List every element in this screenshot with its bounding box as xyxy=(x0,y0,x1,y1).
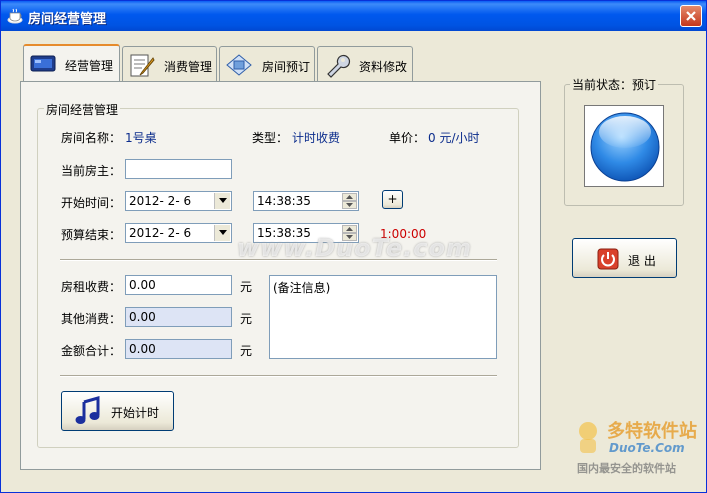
rent-fee-input[interactable]: 0.00 xyxy=(125,275,232,295)
room-name-value: 1号桌 xyxy=(125,131,157,145)
start-timing-button[interactable]: 开始计时 xyxy=(61,391,174,431)
end-date-picker[interactable]: 2012- 2- 6 xyxy=(125,223,232,243)
window-title: 房间经营管理 xyxy=(28,12,107,27)
start-time-label: 开始时间： xyxy=(61,196,122,210)
notes-textarea[interactable]: (备注信息) xyxy=(269,275,497,359)
unit-price-value: 0 元/小时 xyxy=(428,131,480,145)
currency-unit: 元 xyxy=(240,312,253,326)
end-date-value: 2012- 2- 6 xyxy=(129,226,192,240)
close-icon xyxy=(686,11,696,21)
music-note-icon xyxy=(75,396,100,424)
unit-price-label: 单价： xyxy=(389,131,426,145)
room-type-value: 计时收费 xyxy=(292,131,341,145)
tab-label: 消费管理 xyxy=(164,60,213,74)
rent-fee-label: 房租收费： xyxy=(61,280,122,294)
currency-unit: 元 xyxy=(240,344,253,358)
start-time-spinner[interactable] xyxy=(342,193,357,209)
chevron-down-icon xyxy=(219,230,227,235)
groupbox-legend: 房间经营管理 xyxy=(44,101,121,118)
blue-orb-icon xyxy=(590,112,660,182)
watermark-text: www.DuoTe.com xyxy=(237,234,472,262)
total-amount-field: 0.00 xyxy=(125,339,232,359)
divider xyxy=(60,375,497,377)
add-time-button[interactable]: + xyxy=(382,190,403,209)
room-name-label: 房间名称： xyxy=(61,131,122,145)
start-time-input[interactable]: 14:38:35 xyxy=(253,191,359,211)
status-indicator xyxy=(584,105,664,187)
logo-url: DuoTe.Com xyxy=(609,441,685,455)
start-date-picker[interactable]: 2012- 2- 6 xyxy=(125,191,232,211)
mascot-icon xyxy=(579,422,597,453)
tab-profile-edit[interactable]: 资料修改 xyxy=(317,46,413,82)
chevron-down-icon xyxy=(219,198,227,203)
duote-watermark-logo: 多特软件站 DuoTe.Com 国内最安全的软件站 xyxy=(573,417,701,477)
notepad-pencil-icon xyxy=(130,54,155,77)
end-date-dropdown-button[interactable] xyxy=(214,225,230,241)
start-date-value: 2012- 2- 6 xyxy=(129,194,192,208)
status-label: 当前状态：预订 xyxy=(570,76,659,93)
currency-unit: 元 xyxy=(240,280,253,294)
start-time-value: 14:38:35 xyxy=(257,194,311,208)
app-window: 房间经营管理 经营管理 消费管理 房间预订 资料修改 房间经营管理 房间名称： … xyxy=(0,0,707,493)
wrench-icon xyxy=(327,54,351,78)
spin-down-icon xyxy=(346,203,353,207)
tab-label: 房间预订 xyxy=(262,60,311,74)
tab-label: 资料修改 xyxy=(359,60,408,74)
image-card-icon xyxy=(226,54,252,76)
tab-business[interactable]: 经营管理 xyxy=(23,44,120,83)
app-cup-icon xyxy=(7,8,23,24)
logo-tagline: 国内最安全的软件站 xyxy=(577,462,676,475)
spin-up-icon xyxy=(346,195,353,199)
exit-button[interactable]: 退 出 xyxy=(572,238,677,278)
spin-up-icon xyxy=(346,227,353,231)
host-input[interactable] xyxy=(125,159,232,179)
start-date-dropdown-button[interactable] xyxy=(214,193,230,209)
power-icon xyxy=(597,248,619,270)
room-type-label: 类型： xyxy=(252,131,289,145)
other-fee-label: 其他消费： xyxy=(61,312,122,326)
exit-label: 退 出 xyxy=(628,254,656,268)
logo-title: 多特软件站 xyxy=(607,421,697,442)
other-fee-field: 0.00 xyxy=(125,307,232,327)
title-bar[interactable]: 房间经营管理 xyxy=(1,1,706,31)
tab-room-booking[interactable]: 房间预订 xyxy=(219,46,315,82)
end-time-label: 预算结束： xyxy=(61,228,122,242)
tab-label: 经营管理 xyxy=(65,59,114,73)
host-label: 当前房主： xyxy=(61,164,122,178)
close-button[interactable] xyxy=(680,5,702,27)
tab-consumption[interactable]: 消费管理 xyxy=(122,46,217,82)
total-amount-label: 金额合计： xyxy=(61,344,122,358)
monitor-icon xyxy=(30,55,56,72)
start-timing-label: 开始计时 xyxy=(111,406,160,420)
